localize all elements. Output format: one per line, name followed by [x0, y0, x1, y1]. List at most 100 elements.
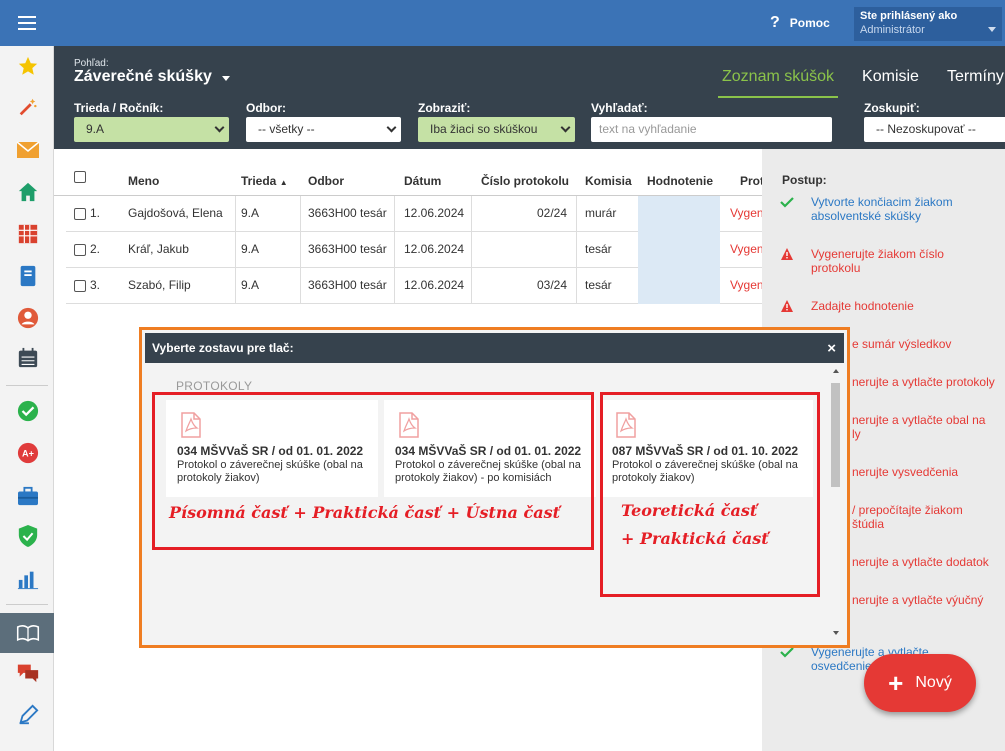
cell-divider [576, 196, 577, 232]
annotation-box-left [152, 392, 594, 550]
cell-divider [394, 232, 395, 268]
print-report-dialog: Vyberte zostavu pre tlač: × PROTOKOLY 03… [139, 327, 850, 648]
row-protocol-number: 02/24 [537, 206, 568, 220]
row-name: Kráľ, Jakub [128, 242, 189, 256]
table-row[interactable]: 2. Kráľ, Jakub 9.A 3663H00 tesár 12.06.2… [66, 232, 764, 268]
magic-wand-icon[interactable] [16, 95, 40, 119]
row-checkbox[interactable] [74, 244, 86, 256]
col-class-label: Trieda [241, 174, 277, 188]
row-date: 12.06.2024 [404, 278, 465, 292]
menu-button[interactable] [0, 0, 54, 46]
close-icon[interactable]: × [827, 340, 836, 357]
page-header: Pohľad: Záverečné skúšky Zoznam skúšok K… [54, 46, 1005, 149]
check-circle-icon[interactable] [16, 399, 40, 423]
user-avatar-icon[interactable] [16, 306, 40, 330]
view-title[interactable]: Záverečné skúšky [74, 68, 212, 86]
select-all-checkbox[interactable] [74, 171, 86, 183]
caret-down-icon[interactable] [222, 76, 230, 81]
row-class: 9.A [241, 278, 260, 292]
calendar-icon[interactable] [16, 346, 40, 370]
class-select[interactable]: 9.A [74, 117, 229, 142]
col-protocol[interactable]: Prot [740, 174, 764, 188]
step-text: Zadajte hodnotenie [811, 299, 914, 313]
row-date: 12.06.2024 [404, 206, 465, 220]
col-commission[interactable]: Komisia [585, 174, 632, 188]
annotation-text-right-2: + Praktická časť [621, 529, 769, 548]
cell-divider [471, 196, 472, 232]
step-text: Vytvorte končiacim žiakom absolventské s… [811, 195, 953, 223]
row-checkbox[interactable] [74, 280, 86, 292]
tab-exam-list[interactable]: Zoznam skúšok [718, 66, 839, 98]
cell-divider [394, 268, 395, 304]
home-icon[interactable] [16, 180, 40, 204]
warning-icon [781, 300, 793, 312]
search-input[interactable]: text na vyhľadanie [591, 117, 832, 142]
hamburger-icon [18, 16, 36, 30]
group-select[interactable]: -- Nezoskupovať -- [864, 117, 1005, 142]
class-select-value: 9.A [86, 122, 105, 136]
user-menu[interactable]: Ste prihlásený ako Administrátor [854, 7, 1002, 41]
new-button[interactable]: + Nový [864, 654, 976, 712]
cell-divider [576, 268, 577, 304]
step-text: ly [852, 427, 861, 441]
help-label: Pomoc [789, 16, 830, 30]
field-select-value: -- všetky -- [258, 122, 315, 136]
help-link[interactable]: ? Pomoc [770, 14, 830, 32]
row-grade-cell[interactable] [638, 268, 720, 304]
scrollbar-thumb[interactable] [831, 383, 840, 487]
cell-divider [235, 232, 236, 268]
step-text-line2: osvedčenie [811, 659, 872, 673]
steps-title: Postup: [782, 173, 827, 187]
question-icon: ? [770, 14, 780, 31]
col-name[interactable]: Meno [128, 174, 159, 188]
sidebar-divider [6, 604, 48, 605]
table-row[interactable]: 3. Szabó, Filip 9.A 3663H00 tesár 12.06.… [66, 268, 764, 304]
sidebar-divider [6, 385, 48, 386]
row-field: 3663H00 tesár [308, 206, 387, 220]
step-text: nerujte a vytlačte protokoly [852, 375, 995, 389]
row-commission: tesár [585, 278, 612, 292]
annotation-text-right-1: Teoretická časť [621, 501, 758, 520]
step-text: nerujte a vytlačte obal na [852, 413, 986, 427]
grade-badge-icon[interactable]: A+ [16, 441, 40, 465]
table-row[interactable]: 1. Gajdošová, Elena 9.A 3663H00 tesár 12… [66, 196, 764, 232]
pen-tool-icon[interactable] [16, 703, 40, 727]
group-select-value: -- Nezoskupovať -- [876, 122, 976, 136]
chat-bubbles-icon[interactable] [16, 660, 40, 684]
shield-icon[interactable] [16, 524, 40, 548]
row-generate-link[interactable]: Vygen [730, 242, 764, 256]
col-grade[interactable]: Hodnotenie [647, 174, 713, 188]
notebook-icon[interactable] [16, 264, 40, 288]
row-grade-cell[interactable] [638, 232, 720, 268]
section-label: PROTOKOLY [176, 379, 253, 393]
sort-asc-icon: ▲ [279, 178, 288, 187]
star-icon[interactable] [16, 54, 40, 78]
row-generate-link[interactable]: Vygen [730, 206, 764, 220]
caret-down-icon [988, 27, 996, 32]
field-select[interactable]: -- všetky -- [246, 117, 401, 142]
tab-dates[interactable]: Termíny [943, 66, 1005, 98]
cell-divider [235, 268, 236, 304]
grid-table-icon[interactable] [16, 222, 40, 246]
scroll-down-icon[interactable] [833, 631, 839, 635]
open-book-icon[interactable] [16, 621, 40, 645]
show-select-value: Iba žiaci so skúškou [430, 122, 538, 136]
row-field: 3663H00 tesár [308, 278, 387, 292]
show-select[interactable]: Iba žiaci so skúškou [418, 117, 575, 142]
col-date[interactable]: Dátum [404, 174, 441, 188]
scroll-up-icon[interactable] [833, 369, 839, 373]
briefcase-icon[interactable] [16, 484, 40, 508]
envelope-icon[interactable] [16, 138, 40, 162]
row-checkbox[interactable] [74, 208, 86, 220]
bar-chart-icon[interactable] [16, 567, 40, 591]
show-filter-label: Zobraziť: [418, 101, 471, 115]
col-protocol-number[interactable]: Číslo protokolu [481, 174, 569, 188]
col-field[interactable]: Odbor [308, 174, 344, 188]
col-class[interactable]: Trieda ▲ [241, 174, 288, 188]
top-bar: ? Pomoc Ste prihlásený ako Administrátor [54, 0, 1005, 46]
row-generate-link[interactable]: Vygen [730, 278, 764, 292]
row-grade-cell[interactable] [638, 196, 720, 232]
row-number: 2. [90, 242, 101, 256]
group-label: Zoskupiť: [864, 101, 920, 115]
tab-commissions[interactable]: Komisie [858, 66, 923, 98]
